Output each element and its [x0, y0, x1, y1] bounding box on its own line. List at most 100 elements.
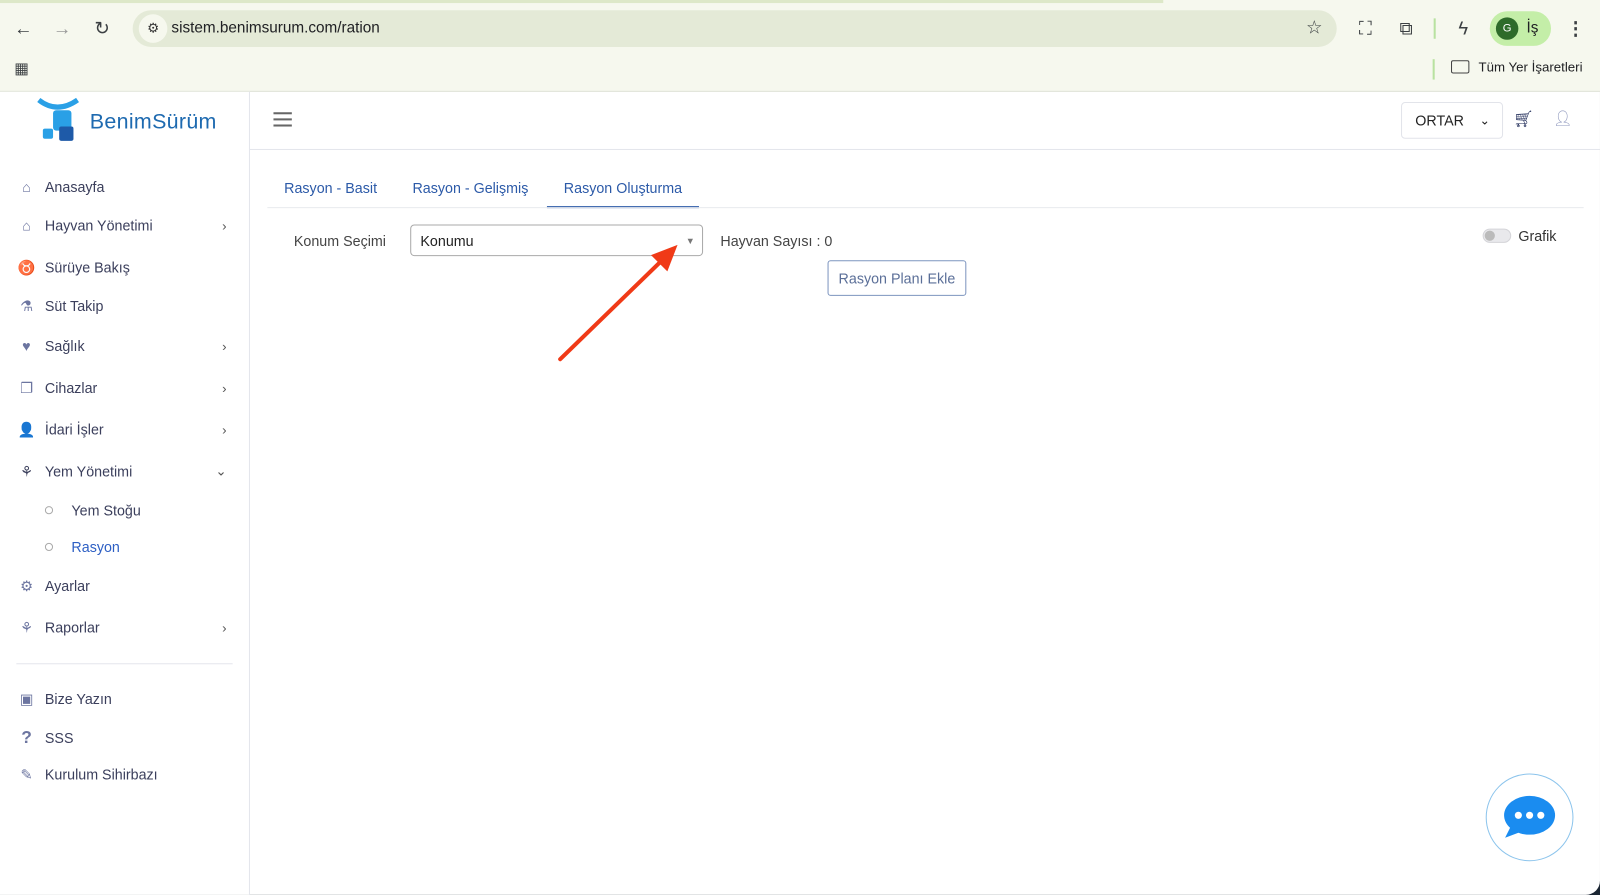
logo-mark-icon — [37, 97, 80, 141]
sidebar-subitem-label: Yem Stoğu — [71, 502, 141, 519]
menu-icon[interactable]: ⋮ — [1561, 14, 1590, 43]
tabs-divider — [267, 207, 1584, 209]
annotation-arrow-icon — [558, 244, 678, 362]
sidebar-item-label: Sürüye Bakış — [44, 259, 130, 276]
bookmarks-label: Tüm Yer İşaretleri — [1478, 59, 1583, 75]
address-bar[interactable]: ⚙ sistem.benimsurum.com/ration ☆ — [132, 10, 1337, 47]
hamburger-menu-icon[interactable] — [273, 112, 292, 127]
flask-icon: ⚗ — [20, 297, 33, 314]
sidebar-item-label: Kurulum Sihirbazı — [44, 766, 158, 783]
location-label: Konum Seçimi — [293, 232, 386, 249]
forward-icon[interactable]: → — [48, 14, 77, 43]
reload-icon[interactable]: ↻ — [88, 14, 117, 43]
button-label: Rasyon Planı Ekle — [838, 269, 956, 287]
sidebar-item-label: Sağlık — [44, 337, 85, 355]
tab-rasyon-gelismis[interactable]: Rasyon - Gelişmiş — [398, 168, 543, 207]
toggle-knob — [1484, 230, 1495, 241]
sidebar: BenimSürüm ⌂ Anasayfa ⌂ Hayvan Yönetimi › ♉… — [0, 91, 250, 895]
tab-rasyon-olusturma[interactable]: Rasyon Oluşturma — [546, 168, 699, 209]
site-settings-icon[interactable]: ⚙ — [138, 14, 168, 43]
question-icon: ? — [21, 727, 32, 747]
sidebar-item-label: SSS — [44, 729, 74, 746]
browser-chrome: ← → ↻ ⚙ sistem.benimsurum.com/ration ☆ ⛶… — [0, 0, 1600, 92]
sidebar-item-sss[interactable]: ? SSS — [16, 724, 232, 751]
tab-label: Rasyon Oluşturma — [563, 179, 683, 196]
cow-icon: ♉ — [17, 258, 36, 275]
animal-count: Hayvan Sayısı : 0 — [720, 232, 833, 249]
sidebar-item-label: Yem Yönetimi — [44, 463, 133, 480]
chevron-right-icon: › — [222, 421, 227, 438]
bullet-icon — [44, 542, 54, 552]
sidebar-subitem-rasyon[interactable]: Rasyon — [44, 538, 120, 556]
sidebar-item-label: İdari İşler — [44, 421, 104, 438]
energy-saver-icon[interactable]: ϟ — [1449, 14, 1478, 43]
tab-label: Rasyon - Basit — [284, 179, 378, 196]
sidebar-item-bize-yazin[interactable]: ▣ Bize Yazın — [16, 686, 232, 713]
bookmark-star-icon[interactable]: ☆ — [1306, 17, 1322, 38]
sidebar-item-idari-isler[interactable]: 👤 İdari İşler › — [16, 416, 232, 443]
sidebar-item-suruye-bakis[interactable]: ♉ Sürüye Bakış — [16, 254, 232, 281]
tab-label: Rasyon - Gelişmiş — [412, 179, 529, 196]
sidebar-item-label: Hayvan Yönetimi — [44, 217, 153, 234]
farm-select[interactable]: ORTAR ⌄ — [1401, 102, 1504, 139]
cart-icon[interactable]: 🛒︎ — [1513, 109, 1534, 129]
profile-label: İş — [1526, 19, 1539, 37]
sidebar-item-label: Raporlar — [44, 619, 100, 636]
sidebar-subitem-label: Rasyon — [71, 538, 120, 556]
gear-icon: ⚙ — [20, 577, 33, 594]
chevron-right-icon: › — [222, 217, 227, 234]
hand-heart-icon: ♥ — [22, 337, 31, 355]
chevron-right-icon: › — [222, 338, 227, 354]
wand-icon: ✎ — [20, 765, 33, 783]
tab-rasyon-basit[interactable]: Rasyon - Basit — [267, 168, 394, 207]
sidebar-item-anasayfa[interactable]: ⌂ Anasayfa — [16, 173, 232, 200]
folder-icon — [1451, 60, 1470, 74]
back-icon[interactable]: ← — [9, 14, 38, 43]
sidebar-item-label: Bize Yazın — [44, 690, 112, 708]
all-bookmarks[interactable]: Tüm Yer İşaretleri — [1451, 59, 1583, 74]
support-icon: ▣ — [19, 690, 34, 707]
chevron-down-icon: ⌄ — [215, 463, 227, 479]
logo[interactable]: BenimSürüm — [37, 96, 216, 143]
browser-window: ← → ↻ ⚙ sistem.benimsurum.com/ration ☆ ⛶… — [0, 0, 1600, 895]
sidebar-item-label: Cihazlar — [44, 379, 98, 396]
tab-strip — [0, 0, 1164, 4]
sidebar-item-hayvan-yonetimi[interactable]: ⌂ Hayvan Yönetimi › — [16, 212, 232, 239]
sidebar-item-cihazlar[interactable]: ❐ Cihazlar › — [16, 374, 232, 401]
sidebar-divider — [16, 663, 233, 665]
sidebar-subitem-yem-stogu[interactable]: Yem Stoğu — [44, 502, 141, 519]
location-select-value: Konumu — [420, 232, 474, 249]
divider — [1433, 18, 1436, 39]
user-icon[interactable]: 👤︎ — [1553, 109, 1572, 127]
sidebar-item-raporlar[interactable]: ⚘ Raporlar › — [16, 614, 232, 641]
screenshot-icon[interactable]: ⛶ — [1351, 14, 1380, 43]
user-gear-icon: 👤 — [17, 420, 36, 438]
report-icon: ⚘ — [20, 618, 33, 636]
farm-select-value: ORTAR — [1415, 112, 1464, 129]
chart-toggle[interactable] — [1482, 228, 1512, 243]
avatar: G — [1495, 17, 1519, 40]
url-text[interactable]: sistem.benimsurum.com/ration — [171, 19, 379, 36]
sidebar-item-sut-takip[interactable]: ⚗ Süt Takip — [16, 293, 232, 320]
sidebar-item-label: Anasayfa — [44, 178, 105, 195]
barn-icon: ⌂ — [22, 217, 31, 234]
apps-icon[interactable]: ▦ — [7, 54, 36, 83]
chevron-down-icon: ⌄ — [1479, 113, 1490, 128]
sidebar-item-saglik[interactable]: ♥ Sağlık › — [16, 333, 232, 360]
chevron-right-icon: › — [222, 380, 227, 396]
sidebar-item-ayarlar[interactable]: ⚙ Ayarlar — [16, 572, 232, 599]
profile-button[interactable]: G İş — [1489, 11, 1552, 46]
home-icon: ⌂ — [22, 178, 31, 195]
bullet-icon — [44, 506, 54, 515]
extensions-icon[interactable]: ⧉ — [1392, 14, 1421, 43]
top-header: ORTAR ⌄ 🛒︎ 👤︎ — [249, 92, 1600, 150]
sidebar-item-yem-yonetimi[interactable]: ⚘ Yem Yönetimi ⌄ — [16, 458, 232, 485]
add-ration-plan-button[interactable]: Rasyon Planı Ekle — [827, 260, 967, 296]
chat-button[interactable] — [1485, 773, 1574, 862]
sidebar-item-label: Ayarlar — [44, 577, 90, 594]
devices-icon: ❐ — [20, 379, 33, 396]
chat-bubble-icon — [1504, 795, 1556, 838]
sidebar-item-kurulum-sihirbazi[interactable]: ✎ Kurulum Sihirbazı — [16, 761, 232, 788]
sidebar-item-label: Süt Takip — [44, 297, 104, 315]
divider — [1432, 59, 1435, 80]
